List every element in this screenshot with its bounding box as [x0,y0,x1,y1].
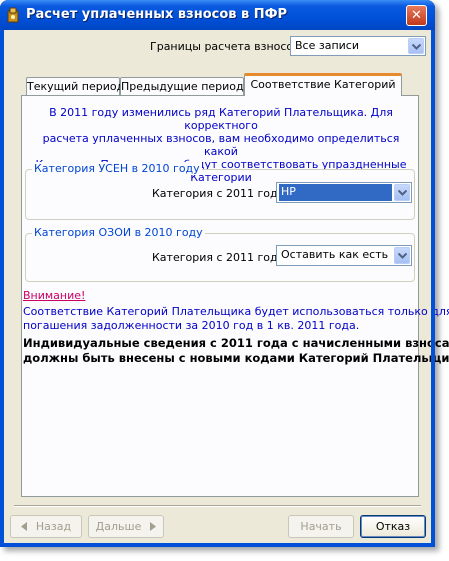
dialog-body: Границы расчета взносов: Все записи Теку… [4,30,449,543]
cancel-button[interactable]: Отказ [360,515,426,538]
title-bar[interactable]: Расчет уплаченных взносов в ПФР ✕ [0,0,435,30]
bounds-label: Границы расчета взносов: [150,40,304,53]
tab-current-period[interactable]: Текущий период [26,77,124,96]
next-button[interactable]: Дальше [88,515,164,538]
close-icon: ✕ [411,8,422,23]
ozoi-category-label: Категория с 2011 года: [152,251,289,264]
chevron-down-icon[interactable] [408,38,424,54]
back-button[interactable]: Назад [10,515,82,538]
start-button[interactable]: Начать [288,515,354,538]
warning-bold-line-1: Индивидуальные сведения с 2011 года с на… [23,336,449,350]
usen-category-label: Категория с 2011 года: [152,187,289,200]
usen-category-select[interactable]: НР [276,182,412,203]
back-button-label: Назад [35,520,72,533]
info-line: расчета уплаченных взносов, вам необходи… [42,132,400,158]
frame-left [0,30,4,547]
tab-previous-periods[interactable]: Предыдущие периоды [120,77,252,96]
arrow-right-icon [150,522,157,531]
app-icon [7,7,19,23]
dialog-window: Расчет уплаченных взносов в ПФР ✕ Границ… [0,0,449,547]
tab-label: Предыдущие периоды [121,80,253,93]
group-usen: Категория УСЕН в 2010 году Категория с 2… [25,162,415,220]
start-button-label: Начать [300,520,342,533]
tab-category-mapping[interactable]: Соответствие Категорий [244,73,402,96]
warning-bold-line-2: должны быть внесены с новыми кодами Кате… [23,351,449,365]
usen-category-value: НР [279,184,392,201]
frame-bottom [0,543,435,547]
group-ozoi-title: Категория ОЗОИ в 2010 году [32,226,205,239]
warning-line-1: Соответствие Категорий Плательщика будет… [23,305,449,318]
frame-right [431,30,435,547]
arrow-left-icon [20,522,27,531]
bottom-separator [14,505,421,507]
ozoi-category-value: Оставить как есть [281,248,389,261]
warning-title: Внимание! [23,289,86,302]
cancel-button-label: Отказ [375,520,411,533]
chevron-down-icon[interactable] [394,247,410,264]
info-line: В 2011 году изменились ряд Категорий Пла… [49,106,393,132]
tab-label: Текущий период [27,80,125,93]
tab-label: Соответствие Категорий [250,78,396,91]
next-button-label: Дальше [95,520,142,533]
chevron-down-icon[interactable] [394,184,410,201]
warning-line-2: погашения задолженности за 2010 год в 1 … [23,319,360,332]
group-ozoi: Категория ОЗОИ в 2010 году Категория с 2… [25,226,415,282]
bounds-select-value: Все записи [295,39,359,52]
close-button[interactable]: ✕ [406,5,427,26]
group-usen-title: Категория УСЕН в 2010 году [32,162,202,175]
bounds-select[interactable]: Все записи [290,36,426,56]
ozoi-category-select[interactable]: Оставить как есть [276,245,412,266]
window-title: Расчет уплаченных взносов в ПФР [26,7,288,22]
tab-panel: В 2011 году изменились ряд Категорий Пла… [21,95,449,497]
